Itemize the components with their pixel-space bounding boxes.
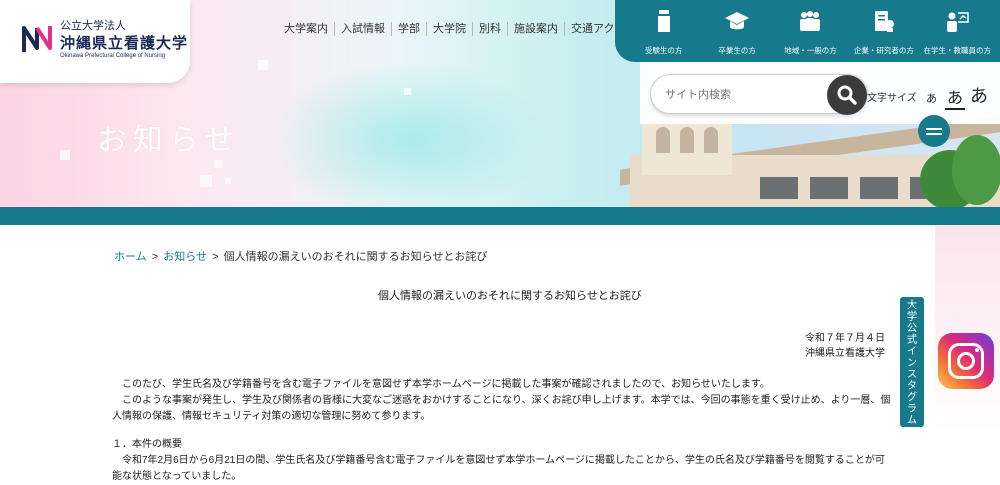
hero-deco-square bbox=[225, 178, 231, 184]
nav-facilities[interactable]: 施設案内 bbox=[507, 22, 564, 36]
hamburger-line bbox=[926, 127, 942, 130]
student-icon bbox=[657, 10, 670, 32]
font-size-small-button[interactable]: あ bbox=[926, 90, 937, 106]
breadcrumb-current: 個人情報の漏えいのおそれに関するお知らせとお詫び bbox=[223, 251, 488, 263]
breadcrumb-separator: > bbox=[212, 251, 219, 263]
article-date: 令和７年７月４日 bbox=[805, 333, 885, 344]
page-title: お知らせ bbox=[97, 124, 241, 157]
target-applicants[interactable]: 受験生の方 bbox=[629, 8, 699, 62]
hero-deco-square bbox=[200, 175, 212, 187]
font-size-medium-button[interactable]: あ bbox=[945, 84, 966, 110]
search-icon bbox=[837, 85, 857, 105]
hero-deco-square bbox=[214, 160, 222, 168]
search-button[interactable] bbox=[827, 75, 867, 115]
hamburger-line bbox=[926, 132, 942, 135]
hero-deco-square bbox=[60, 150, 70, 160]
article-paragraph: 令和7年2月6日から6月21日の間、学生氏名及び学籍番号含む電子ファイルを意図せ… bbox=[112, 455, 885, 482]
font-size-large-button[interactable]: あ bbox=[970, 82, 988, 108]
nav-about[interactable]: 大学案内 bbox=[278, 22, 334, 36]
target-label: 企業・研究者の方 bbox=[853, 46, 914, 55]
section-heading: １．本件の概要 bbox=[112, 439, 182, 450]
researcher-icon bbox=[874, 11, 894, 32]
teacher-icon bbox=[947, 12, 969, 32]
target-label: 受験生の方 bbox=[644, 46, 683, 55]
logo-college-name: 沖縄県立看護大学 bbox=[60, 35, 189, 52]
target-audience-nav: 受験生の方 卒業生の方 地域・一般の方 企業・研究者の方 在学生・教職員の方 bbox=[615, 0, 1000, 62]
global-nav: 大学案内 入試情報 学部 大学院 別科 施設案内 交通アクセス bbox=[278, 22, 642, 36]
hero-band bbox=[0, 207, 1000, 225]
nav-undergraduate[interactable]: 学部 bbox=[391, 22, 426, 36]
target-community[interactable]: 地域・一般の方 bbox=[775, 8, 845, 62]
target-label: 卒業生の方 bbox=[718, 46, 756, 55]
breadcrumb-separator: > bbox=[151, 251, 159, 263]
breadcrumb: ホーム > お知らせ > 個人情報の漏えいのおそれに関するお知らせとお詫び bbox=[114, 248, 487, 264]
article-title: 個人情報の漏えいのおそれに関するお知らせとお詫び bbox=[378, 290, 642, 302]
font-size-label: 文字サイズ bbox=[867, 93, 917, 104]
logo-english-name: Okinawa Prefectural College of Nursing bbox=[60, 53, 166, 59]
target-label: 在学生・教職員の方 bbox=[923, 46, 992, 55]
search-input[interactable] bbox=[665, 85, 815, 105]
target-label: 地域・一般の方 bbox=[784, 46, 837, 55]
hamburger-menu-button[interactable] bbox=[918, 115, 950, 147]
article-author: 沖縄県立看護大学 bbox=[805, 348, 885, 359]
nav-admissions[interactable]: 入試情報 bbox=[334, 22, 391, 36]
article-paragraph: このたび、学生氏名及び学籍番号を含む電子ファイルを意図せず本学ホームページに掲載… bbox=[112, 379, 770, 390]
site-logo[interactable]: 公立大学法人 沖縄県立看護大学 Okinawa Prefectural Coll… bbox=[0, 0, 190, 83]
article-meta: 令和７年７月４日 沖縄県立看護大学 bbox=[805, 331, 885, 361]
nav-graduate[interactable]: 大学院 bbox=[426, 22, 472, 36]
target-researchers[interactable]: 企業・研究者の方 bbox=[849, 8, 919, 62]
article-paragraph: このような事案が発生し、学生及び関係者の皆様に大変なご迷惑をおかけすることになり… bbox=[112, 395, 891, 422]
instagram-icon[interactable] bbox=[938, 333, 994, 389]
hero-deco-square bbox=[258, 60, 268, 70]
breadcrumb-news-link[interactable]: お知らせ bbox=[163, 251, 207, 263]
search-panel: 文字サイズ あ あ あ bbox=[640, 62, 1000, 124]
logo-corporation: 公立大学法人 bbox=[60, 20, 126, 32]
people-icon bbox=[800, 11, 821, 31]
target-graduates[interactable]: 卒業生の方 bbox=[702, 8, 772, 62]
target-current-students[interactable]: 在学生・教職員の方 bbox=[922, 8, 992, 62]
site-search bbox=[650, 74, 868, 115]
hero-glow bbox=[270, 60, 550, 210]
hero-deco-square bbox=[404, 88, 411, 95]
breadcrumb-home-link[interactable]: ホーム bbox=[114, 251, 147, 263]
nav-special-course[interactable]: 別科 bbox=[472, 22, 507, 36]
instagram-tab[interactable]: 大学公式インスタグラム bbox=[900, 297, 924, 427]
graduation-cap-icon bbox=[725, 12, 750, 30]
college-logo-icon bbox=[22, 26, 52, 52]
